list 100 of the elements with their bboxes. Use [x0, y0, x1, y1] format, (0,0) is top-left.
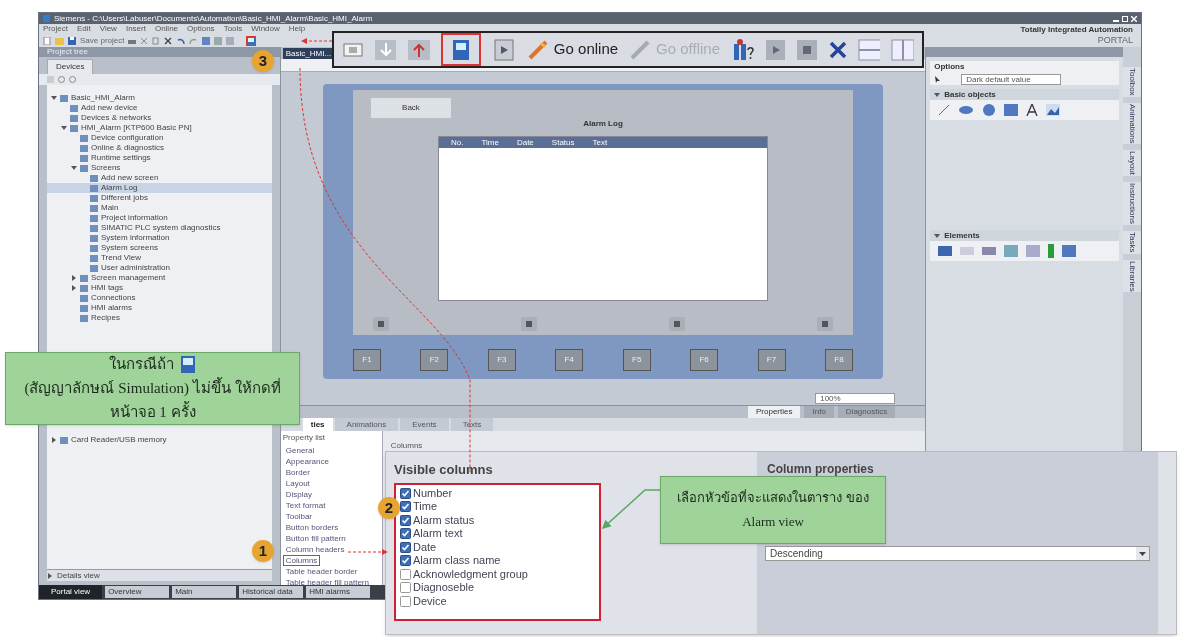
- image-icon[interactable]: [1046, 104, 1061, 116]
- tree-item[interactable]: SIMATIC PLC system diagnostics: [47, 223, 272, 233]
- tree-item[interactable]: HMI alarms: [47, 303, 272, 313]
- checkbox[interactable]: [400, 541, 411, 553]
- inspector-tab[interactable]: Info: [804, 406, 834, 418]
- checkbox-label[interactable]: Device: [413, 594, 447, 608]
- inspector-tab[interactable]: Diagnostics: [837, 406, 896, 418]
- info-icon[interactable]: [521, 317, 537, 331]
- property-list-item[interactable]: Columns: [282, 555, 321, 566]
- tree-item[interactable]: Basic_HMI_Alarm: [47, 93, 272, 103]
- property-list-item[interactable]: Layout: [282, 478, 313, 489]
- compile-icon[interactable]: [202, 36, 211, 45]
- tree-item[interactable]: Screens: [47, 163, 272, 173]
- tree-item[interactable]: System screens: [47, 243, 272, 253]
- checkbox-label[interactable]: Alarm text: [413, 527, 463, 541]
- property-list-item[interactable]: Table header border: [282, 566, 361, 577]
- checkbox-label[interactable]: Alarm class name: [413, 554, 501, 568]
- ellipse-icon[interactable]: [958, 105, 975, 115]
- menu-item[interactable]: Tools: [223, 25, 243, 33]
- chart-icon[interactable]: [817, 317, 833, 331]
- delete-icon[interactable]: [164, 36, 173, 45]
- simulation-button[interactable]: [440, 33, 481, 66]
- tree-item[interactable]: HMI_Alarm [KTP600 Basic PN]: [47, 123, 272, 133]
- menu-item[interactable]: Online: [154, 25, 179, 33]
- property-list-item[interactable]: Appearance: [282, 456, 332, 467]
- go-online-button[interactable]: Go online: [526, 38, 619, 61]
- tree-item[interactable]: User administration: [47, 263, 272, 273]
- caret-icon[interactable]: [934, 232, 941, 239]
- menu-item[interactable]: Insert: [125, 25, 146, 33]
- tab[interactable]: ties: [302, 418, 333, 431]
- taskbar-item[interactable]: Historical data: [239, 586, 304, 598]
- tree-item[interactable]: Recipes: [47, 313, 272, 323]
- switch-icon[interactable]: [1026, 245, 1041, 257]
- monitoring-icon[interactable]: [764, 38, 786, 61]
- filter-dropdown[interactable]: Dark default value: [961, 73, 1062, 85]
- checkbox[interactable]: [400, 555, 411, 567]
- date-time-icon[interactable]: [1062, 245, 1077, 257]
- portal-view-button[interactable]: Portal view: [39, 585, 103, 599]
- tree-item[interactable]: Connections: [47, 293, 272, 303]
- menu-item[interactable]: Options: [187, 25, 215, 33]
- tab[interactable]: Events: [400, 418, 449, 431]
- devices-icon[interactable]: [731, 37, 754, 62]
- close-icon[interactable]: [828, 39, 847, 60]
- tree-item[interactable]: Project information: [47, 213, 272, 223]
- zoom-field[interactable]: 100%: [815, 393, 896, 404]
- io-field-icon[interactable]: [938, 246, 953, 256]
- taskbar-item[interactable]: Main: [172, 586, 237, 598]
- side-tab[interactable]: Toolbox: [1123, 67, 1141, 97]
- pointer-icon[interactable]: [934, 75, 942, 83]
- caret-icon[interactable]: [71, 275, 77, 281]
- property-list-item[interactable]: Table header fill pattern: [282, 577, 372, 588]
- tab[interactable]: Texts: [450, 418, 494, 431]
- maximize-icon[interactable]: [1122, 15, 1128, 22]
- circle-icon[interactable]: [982, 103, 997, 117]
- rectangle-icon[interactable]: [1004, 104, 1019, 116]
- checkbox-label[interactable]: Time: [413, 500, 438, 514]
- menu-item[interactable]: View: [99, 25, 117, 33]
- connect-icon[interactable]: [526, 38, 549, 61]
- save-icon[interactable]: [68, 36, 76, 45]
- tree-item[interactable]: Main: [47, 203, 272, 213]
- checkbox[interactable]: [400, 568, 411, 580]
- tab[interactable]: Devices: [47, 59, 94, 74]
- checkbox-label[interactable]: Number: [413, 486, 453, 500]
- tree-item[interactable]: Devices & networks: [47, 113, 272, 123]
- tree-item[interactable]: Screen management: [47, 273, 272, 283]
- circle-icon[interactable]: [69, 76, 76, 83]
- checkbox-label[interactable]: Alarm status: [413, 513, 475, 527]
- side-tab[interactable]: Layout: [1123, 150, 1141, 177]
- property-list-item[interactable]: General: [282, 445, 318, 456]
- checkbox[interactable]: [400, 514, 411, 526]
- sort-dropdown[interactable]: Descending: [765, 546, 1150, 561]
- checkbox[interactable]: [400, 582, 411, 594]
- back-button[interactable]: Back: [371, 98, 451, 118]
- play-icon[interactable]: [493, 38, 514, 61]
- menu-item[interactable]: Window: [251, 25, 280, 33]
- menu-item[interactable]: Project: [43, 25, 68, 33]
- tree-item[interactable]: Trend View: [47, 253, 272, 263]
- bar-icon[interactable]: [1048, 244, 1055, 258]
- graphic-view-icon[interactable]: [1004, 245, 1019, 257]
- tree-item[interactable]: Card Reader/USB memory: [47, 435, 272, 445]
- tree-item[interactable]: Runtime settings: [47, 153, 272, 163]
- caret-icon[interactable]: [47, 572, 53, 579]
- property-list-item[interactable]: Toolbar: [282, 511, 316, 522]
- stop-icon[interactable]: [796, 38, 817, 61]
- tree-item[interactable]: HMI tags: [47, 283, 272, 293]
- checkbox[interactable]: [400, 487, 411, 499]
- taskbar-item[interactable]: Overview: [105, 586, 170, 598]
- symbolic-field-icon[interactable]: [982, 247, 997, 255]
- caret-icon[interactable]: [71, 285, 77, 291]
- zoom-icon[interactable]: [58, 76, 65, 83]
- side-tab[interactable]: Animations: [1123, 102, 1141, 145]
- tree-item[interactable]: Add new device: [47, 103, 272, 113]
- property-list-item[interactable]: Text format: [282, 500, 329, 511]
- property-list-item[interactable]: Border: [282, 467, 313, 478]
- tree-item[interactable]: Add new screen: [47, 173, 272, 183]
- caret-icon[interactable]: [51, 437, 57, 443]
- new-file-icon[interactable]: [43, 36, 51, 45]
- property-list-item[interactable]: Column headers: [282, 544, 348, 555]
- tree-item[interactable]: System information: [47, 233, 272, 243]
- tree-item[interactable]: Online & diagnostics: [47, 143, 272, 153]
